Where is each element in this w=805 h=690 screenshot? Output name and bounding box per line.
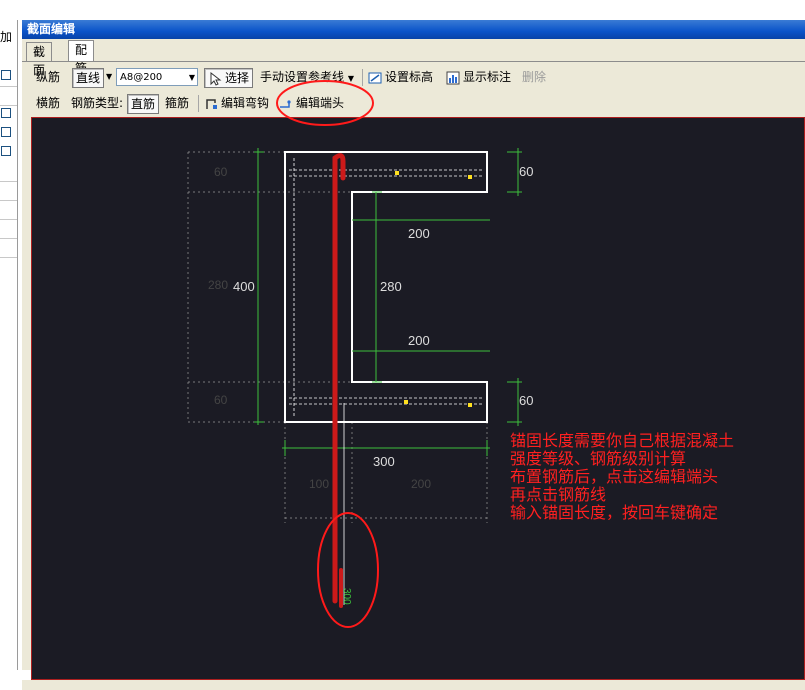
section-drawing: 60 280 400 60 60 200 280 200 60 300 100 … bbox=[187, 148, 533, 628]
annotation-text: 锚固长度需要你自己根据混凝土 强度等级、钢筋级别计算 布置钢筋后，点击这编辑端头… bbox=[510, 432, 734, 522]
rebar-spec-value: A8@200 bbox=[120, 72, 163, 83]
dim-right-200-top: 200 bbox=[408, 226, 430, 241]
tab-reinforcement[interactable]: 配筋 bbox=[68, 40, 95, 75]
annotation-line: 输入锚固长度，按回车键确定 bbox=[510, 503, 719, 522]
window-title: 截面编辑 bbox=[22, 20, 805, 39]
edit-bend-button[interactable]: 编辑弯钩 bbox=[204, 92, 269, 114]
parent-checkbox[interactable] bbox=[1, 146, 11, 156]
ref-line-label: 手动设置参考线 bbox=[260, 70, 345, 84]
dim-top-left-60: 60 bbox=[214, 165, 228, 179]
divider bbox=[0, 238, 17, 239]
ref-line-dropdown[interactable]: 手动设置参考线 ▼ bbox=[260, 66, 354, 88]
dim-bottom-200: 200 bbox=[411, 477, 431, 491]
dim-right-bottom-60: 60 bbox=[519, 393, 533, 408]
rebar-type-label: 钢筋类型: bbox=[71, 96, 124, 110]
divider bbox=[0, 219, 17, 220]
end-icon bbox=[280, 99, 291, 108]
select-button[interactable]: 选择 bbox=[204, 68, 254, 88]
chevron-down-icon: ▼ bbox=[347, 74, 354, 83]
transverse-label: 横筋 bbox=[36, 96, 61, 110]
divider bbox=[0, 257, 17, 258]
divider bbox=[22, 61, 805, 62]
line-mode-button[interactable]: 直线 bbox=[72, 68, 105, 88]
toolbar-separator bbox=[198, 95, 199, 112]
dim-bottom-300: 300 bbox=[373, 454, 395, 469]
edit-end-label: 编辑端头 bbox=[296, 96, 345, 110]
annotation-line: 再点击钢筋线 bbox=[510, 485, 607, 504]
elevation-icon bbox=[368, 72, 382, 83]
dim-right-280: 280 bbox=[380, 279, 402, 294]
annotation-icon bbox=[446, 71, 460, 84]
show-annotation-label: 显示标注 bbox=[463, 70, 512, 84]
edit-end-button[interactable]: 编辑端头 bbox=[279, 92, 344, 114]
stirrup-button[interactable]: 箍筋 bbox=[165, 92, 189, 114]
toolbar-separator bbox=[362, 69, 363, 86]
drawing-canvas[interactable]: 60 280 400 60 60 200 280 200 60 300 100 … bbox=[31, 117, 805, 680]
divider bbox=[0, 105, 17, 106]
chevron-down-icon: ▼ bbox=[188, 73, 195, 82]
annotation-line: 强度等级、钢筋级别计算 bbox=[510, 449, 687, 468]
dim-left-400: 400 bbox=[233, 279, 255, 294]
parent-panel: 加 bbox=[0, 20, 18, 670]
rebar-line bbox=[332, 153, 346, 608]
tab-section[interactable]: 截面 bbox=[26, 42, 53, 77]
dim-bottom-100: 100 bbox=[309, 477, 329, 491]
delete-button[interactable]: 删除 bbox=[522, 66, 546, 88]
dim-left-280: 280 bbox=[208, 278, 228, 292]
divider bbox=[0, 200, 17, 201]
dim-right-200-mid: 200 bbox=[408, 333, 430, 348]
longitudinal-label: 纵筋 bbox=[36, 70, 61, 84]
status-strip bbox=[22, 680, 805, 690]
section-editor-window: 截面编辑 截面 配筋 纵筋 直线 ▼ A8@200 ▼ 选择 手动设置参考线 ▼… bbox=[22, 20, 805, 690]
dim-bottom-left-60: 60 bbox=[214, 393, 228, 407]
parent-checkbox[interactable] bbox=[1, 70, 11, 80]
edit-bend-label: 编辑弯钩 bbox=[221, 96, 270, 110]
dim-right-top-60: 60 bbox=[519, 164, 533, 179]
add-label: 加 bbox=[0, 30, 13, 44]
chevron-down-icon[interactable]: ▼ bbox=[106, 66, 112, 88]
rebar-spec-select[interactable]: A8@200 ▼ bbox=[116, 68, 198, 86]
highlight-ellipse bbox=[317, 512, 379, 628]
annotation-line: 布置钢筋后，点击这编辑端头 bbox=[510, 467, 719, 486]
select-label: 选择 bbox=[225, 71, 250, 85]
show-annotation-button[interactable]: 显示标注 bbox=[446, 66, 511, 88]
toolbar-transverse: 横筋 钢筋类型: 直筋 箍筋 编辑弯钩 编辑端头 bbox=[22, 92, 805, 116]
annotation-line: 锚固长度需要你自己根据混凝土 bbox=[510, 431, 735, 450]
bend-icon bbox=[206, 98, 217, 109]
straight-bar-button[interactable]: 直筋 bbox=[127, 94, 160, 114]
divider bbox=[0, 86, 17, 87]
rebar-points bbox=[395, 171, 472, 407]
cursor-icon bbox=[210, 71, 222, 86]
set-elevation-label: 设置标高 bbox=[385, 70, 434, 84]
dim-anchor-300: 300 bbox=[341, 588, 352, 605]
divider bbox=[0, 181, 17, 182]
construction-lines bbox=[187, 151, 488, 523]
toolbar-longitudinal: 纵筋 直线 ▼ A8@200 ▼ 选择 手动设置参考线 ▼ 设置标高 显示标注 … bbox=[22, 66, 805, 90]
parent-checkbox[interactable] bbox=[1, 108, 11, 118]
set-elevation-button[interactable]: 设置标高 bbox=[368, 66, 433, 88]
parent-checkbox[interactable] bbox=[1, 127, 11, 137]
